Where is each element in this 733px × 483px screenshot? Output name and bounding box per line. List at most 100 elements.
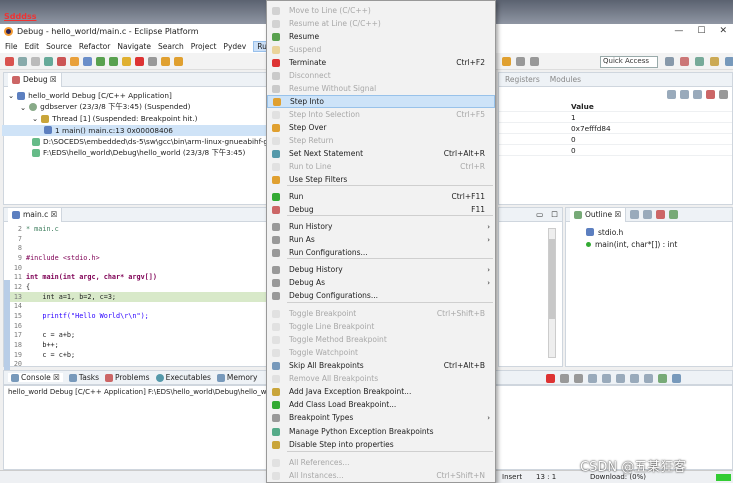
menu-item-skip-all-breakpoints[interactable]: Skip All Breakpoints Ctrl+Alt+B xyxy=(267,359,495,372)
show-on-output-icon[interactable] xyxy=(630,374,639,383)
menu-item-step-return[interactable]: Step Return xyxy=(267,134,495,147)
menu-item-add-java-exception-breakpoint[interactable]: Add Java Exception Breakpoint... xyxy=(267,385,495,398)
new-icon[interactable] xyxy=(5,56,14,66)
menu-item-disable-step-into-properties[interactable]: Disable Step into properties xyxy=(267,438,495,451)
menu-project[interactable]: Project xyxy=(191,42,217,51)
maximize-view-button[interactable]: ☐ xyxy=(551,210,558,219)
outline-item[interactable]: stdio.h xyxy=(586,226,732,238)
tree-row-thread[interactable]: ⌄ Thread [1] (Suspended: Breakpoint hit.… xyxy=(6,113,270,125)
tree-row-gdbserver[interactable]: ⌄ gdbserver (23/3/8 下午3:45) (Suspended) xyxy=(6,102,270,114)
value-cell[interactable]: 0 xyxy=(499,134,732,145)
maximize-button[interactable]: ☐ xyxy=(697,26,705,36)
chevron-down-icon[interactable]: ⌄ xyxy=(20,103,26,112)
step-over-icon[interactable] xyxy=(174,56,183,66)
value-cell[interactable]: 0 xyxy=(499,145,732,156)
menu-item-toggle-method-breakpoint[interactable]: Toggle Method Breakpoint xyxy=(267,333,495,346)
menu-item-run-as[interactable]: Run As › xyxy=(267,233,495,246)
editor-scroll-thumb[interactable] xyxy=(549,239,555,319)
save-icon[interactable] xyxy=(18,56,27,66)
tab-problems[interactable]: Problems xyxy=(105,373,150,382)
menu-pydev[interactable]: Pydev xyxy=(223,42,246,51)
minimize-button[interactable]: — xyxy=(674,26,683,36)
hide-fields-icon[interactable] xyxy=(643,210,653,219)
run-icon[interactable] xyxy=(96,56,105,66)
menu-item-resume-at-line-c-c[interactable]: Resume at Line (C/C++) xyxy=(267,17,495,30)
hide-nonpublic-icon[interactable] xyxy=(669,210,679,219)
menu-file[interactable]: File xyxy=(5,42,18,51)
debug-perspective-icon[interactable] xyxy=(680,57,689,66)
menu-item-run-to-line[interactable]: Run to Line Ctrl+R xyxy=(267,160,495,173)
menu-item-step-into[interactable]: Step Into xyxy=(267,95,495,108)
cpp-perspective-icon[interactable] xyxy=(695,57,704,66)
tab-outline[interactable]: Outline ☒ xyxy=(570,207,627,222)
forward-icon[interactable] xyxy=(530,57,539,66)
clear-console-icon[interactable] xyxy=(588,374,597,383)
menu-item-resume-without-signal[interactable]: Resume Without Signal xyxy=(267,82,495,95)
open-perspective-icon[interactable] xyxy=(665,57,674,66)
menu-item-run[interactable]: Run Ctrl+F11 xyxy=(267,190,495,203)
remove-launch-icon[interactable] xyxy=(560,374,569,383)
menu-item-set-next-statement[interactable]: Set Next Statement Ctrl+Alt+R xyxy=(267,147,495,160)
terminate-console-icon[interactable] xyxy=(546,374,555,383)
step-into-icon[interactable] xyxy=(161,56,170,66)
menu-item-all-references[interactable]: All References... xyxy=(267,456,495,469)
menu-edit[interactable]: Edit xyxy=(25,42,40,51)
tab-modules[interactable]: Modules xyxy=(550,75,581,84)
terminate-icon[interactable] xyxy=(135,56,144,66)
scroll-lock-icon[interactable] xyxy=(602,374,611,383)
quick-access-input[interactable]: Quick Access xyxy=(600,56,658,68)
menu-navigate[interactable]: Navigate xyxy=(117,42,151,51)
menu-item-toggle-watchpoint[interactable]: Toggle Watchpoint xyxy=(267,346,495,359)
code-area[interactable]: 2 * main.c 7 8 9 #include <stdio.h> 10 11 i… xyxy=(4,222,272,370)
tree-row-binary[interactable]: F:\EDS\hello_world\Debug\hello_world (23… xyxy=(6,148,270,160)
menu-source[interactable]: Source xyxy=(46,42,72,51)
tab-executables[interactable]: Executables xyxy=(155,373,211,382)
menu-item-toggle-breakpoint[interactable]: Toggle Breakpoint Ctrl+Shift+B xyxy=(267,307,495,320)
menu-refactor[interactable]: Refactor xyxy=(79,42,110,51)
tab-main-c[interactable]: main.c ☒ xyxy=(8,207,63,222)
collapse-icon[interactable] xyxy=(667,89,676,99)
print-icon[interactable] xyxy=(31,56,40,66)
menu-item-all-instances[interactable]: All Instances... Ctrl+Shift+N xyxy=(267,469,495,482)
sort-icon[interactable] xyxy=(630,210,640,219)
menu-item-resume[interactable]: Resume xyxy=(267,30,495,43)
debug-icon[interactable] xyxy=(57,56,66,66)
suspend-icon[interactable] xyxy=(122,56,131,66)
filter-icon[interactable] xyxy=(693,89,702,99)
column-header-value[interactable]: Value xyxy=(499,101,732,112)
menu-item-add-class-load-breakpoint[interactable]: Add Class Load Breakpoint... xyxy=(267,398,495,411)
menu-item-move-to-line-c-c[interactable]: Move to Line (C/C++) xyxy=(267,4,495,17)
tree-row-frame[interactable]: 1 main() main.c:13 0x00008406 xyxy=(2,124,270,136)
menu-item-debug-history[interactable]: Debug History › xyxy=(267,263,495,276)
menu-item-suspend[interactable]: Suspend xyxy=(267,43,495,56)
build-icon[interactable] xyxy=(44,56,53,66)
menu-item-step-into-selection[interactable]: Step Into Selection Ctrl+F5 xyxy=(267,108,495,121)
chevron-down-icon[interactable]: ⌄ xyxy=(8,91,14,100)
chevron-down-icon[interactable]: ⌄ xyxy=(32,114,38,123)
remove-all-launches-icon[interactable] xyxy=(574,374,583,383)
tab-tasks[interactable]: Tasks xyxy=(68,373,99,382)
minimize-view-button[interactable]: ▭ xyxy=(536,210,543,219)
pin-console-icon[interactable] xyxy=(644,374,653,383)
menu-item-step-over[interactable]: Step Over xyxy=(267,121,495,134)
tab-console[interactable]: Console ☒ xyxy=(8,373,63,382)
tab-registers[interactable]: Registers xyxy=(505,75,540,84)
word-wrap-icon[interactable] xyxy=(616,374,625,383)
open-console-icon[interactable] xyxy=(672,374,681,383)
outline-item[interactable]: main(int, char*[]) : int xyxy=(586,238,732,250)
remove-all-icon[interactable] xyxy=(719,89,728,99)
display-console-icon[interactable] xyxy=(658,374,667,383)
editor-scrollbar[interactable] xyxy=(548,228,556,358)
menu-item-terminate[interactable]: Terminate Ctrl+F2 xyxy=(267,56,495,69)
menu-item-manage-python-exception-breakpoints[interactable]: Manage Python Exception Breakpoints xyxy=(267,425,495,438)
menu-item-debug-as[interactable]: Debug As › xyxy=(267,276,495,289)
value-cell[interactable]: 0x7efffd84 xyxy=(499,123,732,134)
gear-icon[interactable] xyxy=(70,56,79,66)
hide-static-icon[interactable] xyxy=(656,210,666,219)
resume-icon[interactable] xyxy=(109,56,118,66)
search-icon[interactable] xyxy=(83,56,92,66)
java-perspective-icon[interactable] xyxy=(725,57,733,66)
menu-item-breakpoint-types[interactable]: Breakpoint Types › xyxy=(267,411,495,424)
back-icon[interactable] xyxy=(516,57,525,66)
menu-item-remove-all-breakpoints[interactable]: Remove All Breakpoints xyxy=(267,372,495,385)
